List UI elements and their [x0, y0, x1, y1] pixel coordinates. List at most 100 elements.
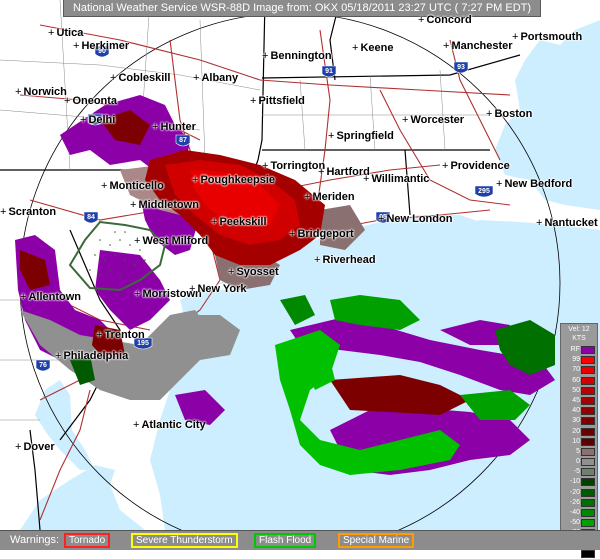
legend-entry: 20 — [561, 427, 597, 437]
legend-rows: RF99706050454030201050-5-10-20-26-40-50-… — [561, 345, 597, 559]
city-riverhead: Riverhead — [314, 254, 375, 266]
legend-entry-label: 5 — [576, 447, 580, 455]
legend-entry-label: 10 — [572, 437, 580, 445]
city-dover: Dover — [15, 441, 54, 453]
shield-91: 91 — [321, 65, 337, 78]
city-albany: Albany — [193, 72, 238, 84]
city-new-london: New London — [378, 213, 452, 225]
city-middletown: Middletown — [130, 199, 199, 211]
shield-87-label: 87 — [179, 137, 187, 144]
legend-entry: ND — [561, 549, 597, 559]
legend-entry: 0 — [561, 457, 597, 467]
city-springfield: Springfield — [328, 130, 393, 142]
legend-entry-swatch — [581, 346, 595, 354]
legend-entry-label: -40 — [569, 509, 580, 516]
shield-295-label: 295 — [478, 188, 490, 195]
velocity-legend: Vel: 12 KTS RF 99 70 60 50 45 40 30 20 10 5 0 -5 -10-… — [560, 323, 598, 558]
legend-entry-label: 50 — [572, 386, 580, 394]
city-allentown: Allentown — [20, 291, 81, 303]
city-monticello: Monticello — [101, 180, 163, 192]
legend-entry: 60 — [561, 376, 597, 386]
city-utica: Utica — [48, 27, 83, 39]
city-philadelphia: Philadelphia — [55, 350, 128, 362]
city-concord: Concord — [418, 14, 471, 26]
legend-entry-swatch — [581, 468, 595, 477]
warnings-bar: Warnings: Tornado Severe Thunderstorm Fl… — [0, 530, 600, 550]
city-keene: Keene — [352, 42, 393, 54]
legend-entry: -20 — [561, 488, 597, 498]
legend-entry: 40 — [561, 406, 597, 416]
legend-entry-label: ND — [569, 549, 580, 557]
legend-entry-swatch — [581, 376, 595, 385]
legend-entry-label: 99 — [572, 356, 580, 364]
legend-entry-swatch — [581, 417, 595, 426]
city-syosset: Syosset — [228, 266, 278, 278]
city-poughkeepsie: Poughkeepsie — [192, 174, 275, 186]
city-nantucket: Nantucket — [536, 217, 597, 229]
city-new-york: New York — [189, 283, 246, 295]
legend-entry: 10 — [561, 437, 597, 447]
legend-entry-label: 60 — [572, 376, 580, 384]
shield-84: 84 — [83, 211, 99, 224]
city-meriden: Meriden — [304, 191, 354, 203]
city-delhi: Delhi — [80, 114, 115, 126]
legend-entry-swatch — [581, 427, 595, 436]
legend-entry-swatch — [581, 519, 595, 528]
legend-entry-label: 45 — [572, 396, 580, 404]
legend-entry-swatch — [581, 407, 595, 416]
city-oneonta: Oneonta — [64, 95, 117, 107]
city-peekskill: Peekskill — [211, 216, 266, 228]
legend-entry-swatch — [581, 458, 595, 467]
legend-entry: 70 — [561, 365, 597, 375]
shield-76: 76 — [35, 359, 51, 372]
legend-entry-swatch — [581, 386, 595, 395]
radar-map: 90 88 91 93 87 84 95 195 76 295 — [0, 0, 600, 530]
warning-special-marine-button[interactable]: Special Marine — [338, 533, 415, 548]
city-torrington: Torrington — [262, 160, 325, 172]
city-atlantic-city: Atlantic City — [133, 419, 205, 431]
legend-entry-label: -26 — [569, 498, 580, 506]
shield-87: 87 — [175, 134, 191, 147]
legend-entry: 5 — [561, 447, 597, 457]
legend-entry-swatch — [581, 366, 595, 375]
shield-76-label: 76 — [39, 362, 47, 369]
legend-entry-swatch — [581, 478, 595, 487]
legend-entry: -26 — [561, 498, 597, 508]
legend-entry: 99 — [561, 355, 597, 365]
legend-title: Vel: 12 KTS — [561, 324, 597, 345]
warning-tornado-button[interactable]: Tornado — [64, 533, 111, 548]
warning-severe-thunderstorm-button[interactable]: Severe Thunderstorm — [131, 533, 238, 548]
legend-entry-swatch — [581, 498, 595, 507]
legend-entry-label: 0 — [576, 458, 580, 466]
shield-195-label: 195 — [137, 340, 149, 347]
shield-295: 295 — [474, 185, 494, 198]
legend-entry-label: 40 — [572, 407, 580, 415]
legend-entry-label: RF — [570, 346, 580, 353]
city-herkimer: Herkimer — [73, 40, 129, 52]
legend-entry: -40 — [561, 508, 597, 518]
legend-entry-swatch — [581, 509, 595, 517]
legend-entry: -5 — [561, 467, 597, 477]
warnings-title: Warnings: — [10, 534, 60, 546]
city-willimantic: Willimantic — [363, 173, 429, 185]
legend-entry-swatch — [581, 549, 595, 558]
city-pittsfield: Pittsfield — [250, 95, 304, 107]
city-bennington: Bennington — [262, 50, 331, 62]
city-cobleskill: Cobleskill — [110, 72, 170, 84]
legend-title-line2: KTS — [572, 335, 586, 342]
legend-entry-swatch — [581, 437, 595, 446]
legend-entry-swatch — [581, 447, 595, 456]
legend-entry: 50 — [561, 386, 597, 396]
warning-flash-flood-button[interactable]: Flash Flood — [254, 533, 317, 548]
city-worcester: Worcester — [402, 114, 464, 126]
city-hunter: Hunter — [152, 121, 195, 133]
legend-entry: -10 — [561, 477, 597, 487]
legend-entry-label: -5 — [573, 468, 580, 476]
legend-entry-label: 20 — [572, 427, 580, 435]
legend-entry-swatch — [581, 396, 595, 405]
legend-entry-label: -50 — [569, 519, 580, 527]
city-boston: Boston — [486, 108, 532, 120]
shield-84-label: 84 — [87, 214, 95, 221]
legend-entry: 45 — [561, 396, 597, 406]
shield-91-label: 91 — [325, 68, 333, 75]
